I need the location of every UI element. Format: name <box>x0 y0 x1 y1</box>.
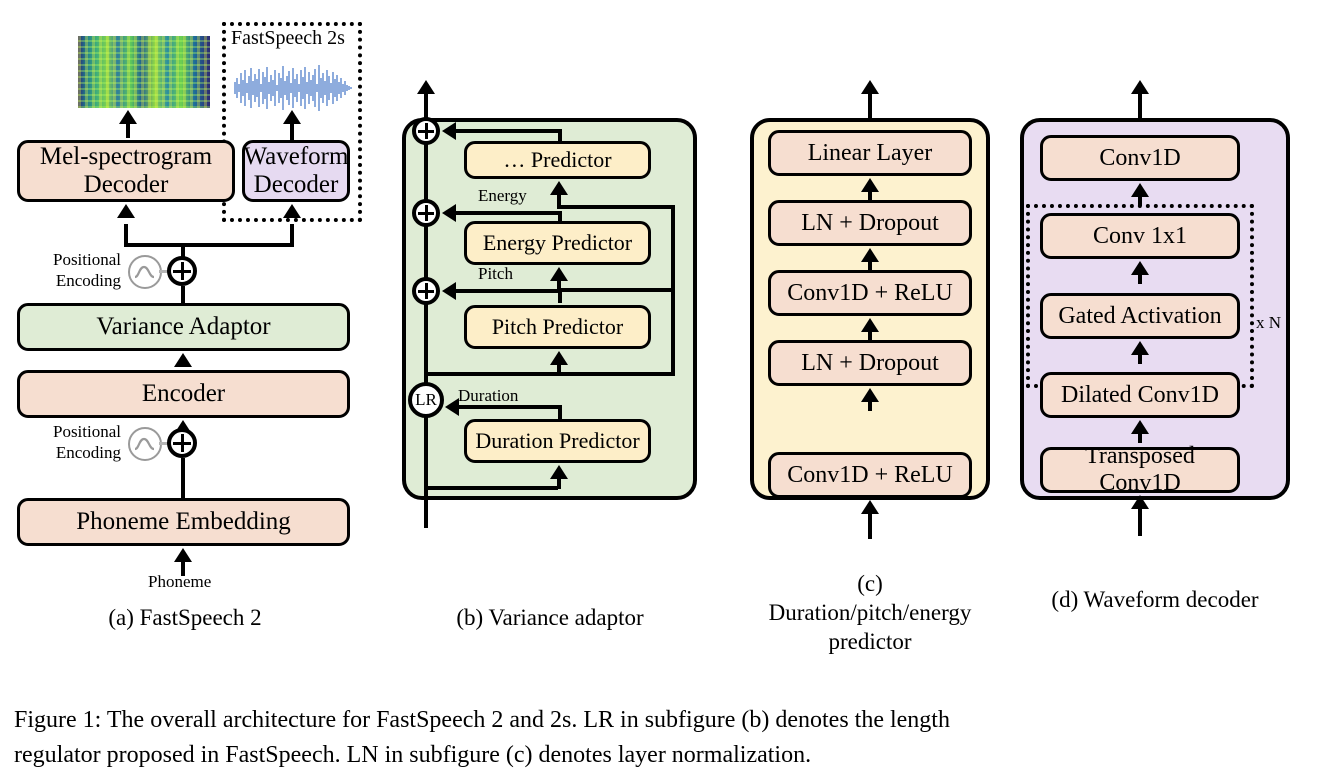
node-variance-adaptor[interactable]: Variance Adaptor <box>17 303 350 351</box>
edge-to-ln-dropout-1 <box>868 399 872 411</box>
edge-label-duration: Duration <box>458 386 519 405</box>
edge-energy-predictor-to-add <box>452 211 562 215</box>
node-dilated-conv1d[interactable]: Dilated Conv1D <box>1040 372 1240 418</box>
arrowhead-variance-output <box>417 80 435 94</box>
arrowhead-waveform-image <box>283 110 301 124</box>
arrowhead-waveform-decoder-output <box>1131 80 1149 94</box>
add-operator-bottom <box>167 428 197 458</box>
edge-pitch-predictor-to-add <box>452 289 562 293</box>
edge-up-into-other-predictor <box>557 192 561 206</box>
node-conv1d-relu-2[interactable]: Conv1D + ReLU <box>768 270 972 316</box>
node-conv1d-relu-1[interactable]: Conv1D + ReLU <box>768 452 972 498</box>
caption-subfigure-c: (c) Duration/pitch/energy predictor <box>768 571 972 654</box>
figure-canvas: FastSpeech 2s Mel-spectrogram Decoder Wa… <box>0 0 1340 782</box>
node-encoder[interactable]: Encoder <box>17 370 350 418</box>
arrowhead-predictor-output <box>861 80 879 94</box>
positional-encoding-label-top: Positional Encoding <box>52 250 121 291</box>
caption-subfigure-d: (d) Waveform decoder <box>1051 587 1259 612</box>
node-transposed-conv1d[interactable]: Transposed Conv1D <box>1040 443 1240 496</box>
node-duration-predictor[interactable]: Duration Predictor <box>464 419 651 463</box>
repeat-count-label: x N <box>1256 313 1282 332</box>
node-phoneme-embedding[interactable]: Phoneme Embedding <box>17 498 350 546</box>
edge-predictor-output <box>868 94 872 122</box>
positional-encoding-sine-icon-bottom <box>128 427 162 461</box>
node-gated-activation[interactable]: Gated Activation <box>1040 293 1240 339</box>
arrowhead-add-energy <box>442 204 456 222</box>
node-ln-dropout-2[interactable]: LN + Dropout <box>768 200 972 246</box>
add-operator-top <box>167 256 197 286</box>
input-label-phoneme: Phoneme <box>148 572 212 591</box>
trunk-variance-adaptor <box>424 86 428 528</box>
node-linear-layer[interactable]: Linear Layer <box>768 130 972 176</box>
node-other-predictor[interactable]: … Predictor <box>464 141 651 179</box>
length-regulator-operator: LR <box>408 382 444 418</box>
arrowhead-waveform-decoder <box>283 204 301 218</box>
caption-subfigure-b: (b) Variance adaptor <box>456 605 644 630</box>
edge-waveform-decoder-output <box>1138 94 1142 122</box>
add-operator-energy <box>412 199 440 227</box>
edge-duration-predictor-to-lr <box>455 405 562 409</box>
add-operator-pitch <box>412 277 440 305</box>
node-conv1d-out[interactable]: Conv1D <box>1040 135 1240 181</box>
edge-to-conv-1x1 <box>1138 272 1142 284</box>
caption-subfigure-a: (a) FastSpeech 2 <box>108 605 262 630</box>
node-waveform-decoder[interactable]: Waveform Decoder <box>242 140 350 202</box>
node-mel-spectrogram-decoder[interactable]: Mel-spectrogram Decoder <box>17 140 235 202</box>
edge-to-gated-activation <box>1138 352 1142 364</box>
edge-bypass-mid-h <box>557 288 675 292</box>
positional-encoding-sine-icon-top <box>128 255 162 289</box>
edge-input-fanout-b <box>424 486 558 490</box>
edge-label-energy: Energy <box>478 186 527 205</box>
node-conv-1x1[interactable]: Conv 1x1 <box>1040 213 1240 259</box>
edge-lr-out-bus <box>424 372 675 376</box>
edge-bypass-top-h <box>557 205 675 209</box>
arrowhead-mel-decoder <box>117 204 135 218</box>
edge-decoder-split-bus <box>124 243 294 247</box>
edge-embedding-to-add <box>181 458 185 498</box>
positional-encoding-label-bottom: Positional Encoding <box>52 422 121 463</box>
node-energy-predictor[interactable]: Energy Predictor <box>464 221 651 265</box>
mel-spectrogram-image <box>78 36 210 108</box>
arrowhead-variance-adaptor <box>174 353 192 367</box>
waveform-image <box>234 65 352 111</box>
add-operator-other <box>412 117 440 145</box>
edge-other-predictor-to-add <box>452 129 562 133</box>
arrowhead-add-pitch <box>442 282 456 300</box>
figure-caption: Figure 1: The overall architecture for F… <box>14 707 950 768</box>
edge-label-pitch: Pitch <box>478 264 513 283</box>
edge-input-waveform-decoder <box>1138 506 1142 536</box>
fastspeech-2s-group-label: FastSpeech 2s <box>231 27 345 49</box>
node-pitch-predictor[interactable]: Pitch Predictor <box>464 305 651 349</box>
node-ln-dropout-1[interactable]: LN + Dropout <box>768 340 972 386</box>
arrowhead-add-other <box>442 122 456 140</box>
arrowhead-phoneme-embedding <box>174 548 192 562</box>
arrowhead-mel-image <box>119 110 137 124</box>
edge-input-predictor <box>868 511 872 539</box>
arrowhead-lr <box>445 398 459 416</box>
edge-to-dilated-conv1d <box>1138 431 1142 443</box>
